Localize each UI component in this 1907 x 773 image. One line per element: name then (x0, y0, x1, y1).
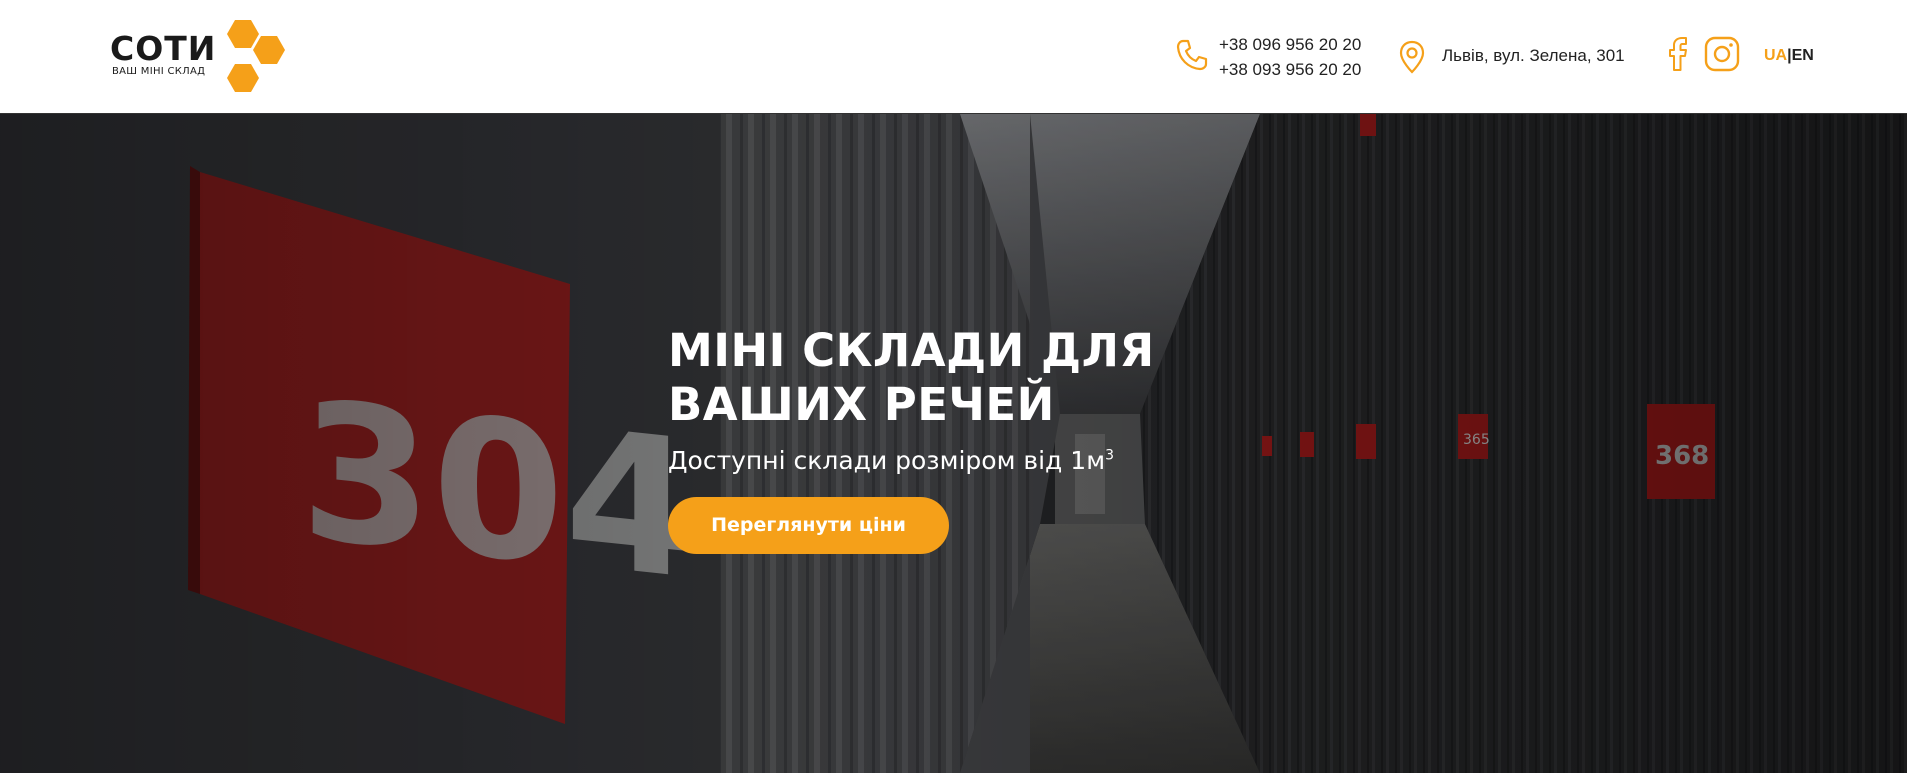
facebook-icon (1669, 37, 1687, 71)
lang-ua[interactable]: UA (1764, 47, 1787, 64)
hero-content: МІНІ СКЛАДИ ДЛЯ ВАШИХ РЕЧЕЙ Доступні скл… (668, 324, 1268, 554)
hero-subtitle-sup: 3 (1105, 447, 1114, 464)
site-header: СОТИ ВАШ МІНІ СКЛАД +38 096 956 20 20 +3… (0, 0, 1907, 114)
logo-tagline: ВАШ МІНІ СКЛАД (112, 66, 206, 77)
hero-title: МІНІ СКЛАДИ ДЛЯ ВАШИХ РЕЧЕЙ (668, 324, 1268, 432)
logo[interactable]: СОТИ ВАШ МІНІ СКЛАД (110, 18, 290, 94)
location-pin-icon (1399, 40, 1425, 74)
lang-en[interactable]: EN (1792, 47, 1814, 64)
hero-subtitle-text: Доступні склади розміром від 1м (668, 446, 1106, 475)
facebook-link[interactable] (1665, 35, 1691, 78)
hero-subtitle: Доступні склади розміром від 1м3 (668, 446, 1268, 475)
instagram-icon (1704, 36, 1740, 72)
language-switcher: UA|EN (1764, 47, 1814, 65)
phone-link-1[interactable]: +38 096 956 20 20 (1219, 32, 1379, 57)
hero-title-line-1: МІНІ СКЛАДИ ДЛЯ (668, 324, 1155, 377)
honeycomb-icon (227, 20, 285, 92)
address-text: Львів, вул. Зелена, 301 (1442, 46, 1625, 65)
phone-link-2[interactable]: +38 093 956 20 20 (1219, 57, 1379, 82)
logo-title: СОТИ (110, 29, 217, 68)
hero-title-line-2: ВАШИХ РЕЧЕЙ (668, 378, 1055, 431)
view-prices-button[interactable]: Переглянути ціни (668, 497, 949, 554)
hero-section: 304 365 368 МІНІ СКЛАДИ ДЛЯ ВАШИХ РЕЧЕЙ … (0, 114, 1907, 773)
instagram-link[interactable] (1703, 35, 1741, 78)
phone-icon (1176, 39, 1208, 71)
